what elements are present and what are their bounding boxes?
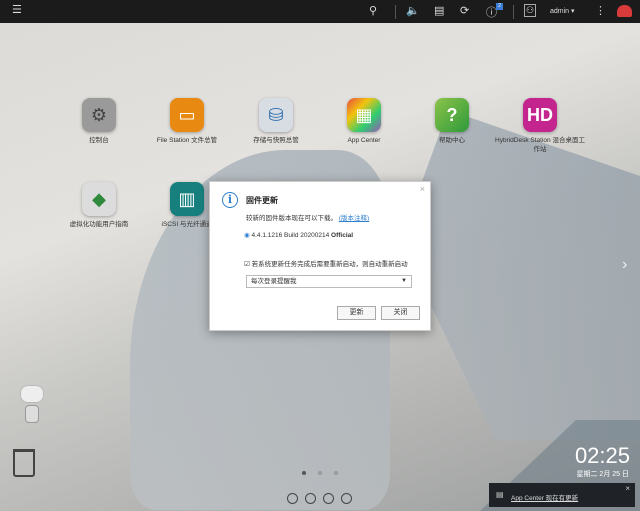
app-control-panel[interactable]: ⚙ 控制台: [54, 98, 144, 145]
grid-icon: ▦: [347, 98, 381, 132]
assistant-robot-icon[interactable]: [12, 385, 52, 435]
app-label: App Center: [347, 137, 381, 144]
notification-badge: 2: [496, 3, 503, 10]
dock-search-icon[interactable]: [305, 493, 316, 504]
hamburger-icon[interactable]: ☰: [12, 3, 22, 16]
checkbox-checked-icon[interactable]: ☑: [244, 261, 250, 268]
hd-icon: HD: [523, 98, 557, 132]
tasks-icon[interactable]: ▤: [434, 4, 444, 17]
storage-icon: ⛁: [259, 98, 293, 132]
message-icon: ▤: [496, 490, 504, 499]
clock-date: 星期二 2月 25 日: [576, 471, 629, 478]
close-icon[interactable]: ×: [625, 484, 630, 493]
auto-restart-label: 若系统更新任务完成后需要重新启动，则自动重新启动: [251, 261, 408, 268]
trash-icon[interactable]: [13, 449, 35, 477]
app-label: 控制台: [89, 137, 109, 144]
more-icon[interactable]: ⋮: [595, 4, 606, 17]
edition-text: Official: [331, 232, 354, 239]
auto-restart-option[interactable]: ☑ 若系统更新任务完成后需要重新启动，则自动重新启动: [244, 258, 408, 268]
app-hybriddesk[interactable]: HD HybridDesk Station 混合桌面工作站: [495, 98, 585, 154]
app-label: 存储与快照总管: [253, 137, 299, 144]
info-icon: i: [222, 192, 238, 208]
reminder-select[interactable]: 每次登录提醒我 ▼: [246, 275, 412, 288]
cube-icon: ◆: [82, 182, 116, 216]
version-option[interactable]: ◉ 4.4.1.1216 Build 20200214 Official: [244, 231, 353, 239]
app-file-station[interactable]: ▭ File Station 文件总管: [142, 98, 232, 145]
app-label: 帮助中心: [439, 137, 465, 144]
dock-icon[interactable]: [323, 493, 334, 504]
dashboard-icon[interactable]: [617, 5, 632, 17]
app-virtualization-guide[interactable]: ◆ 虚拟化功能用户指南: [54, 182, 144, 229]
wallpaper-shape: [400, 110, 640, 440]
dialog-title: 固件更新: [246, 196, 278, 205]
app-label: 虚拟化功能用户指南: [69, 221, 129, 228]
app-app-center[interactable]: ▦ App Center: [319, 98, 409, 145]
sync-icon[interactable]: ⟳: [460, 4, 469, 17]
update-button[interactable]: 更新: [337, 306, 376, 320]
folder-icon: ▭: [170, 98, 204, 132]
firmware-update-dialog: × i 固件更新 较新的固件版本现在可以下载。 (版本注释) ◉ 4.4.1.1…: [209, 181, 431, 331]
dock-icon[interactable]: [287, 493, 298, 504]
radio-icon[interactable]: ◉: [244, 232, 250, 239]
app-label: iSCSI 与光纤通道: [161, 221, 213, 228]
app-help-center[interactable]: ? 帮助中心: [407, 98, 497, 145]
notification-toast[interactable]: ▤ App Center 现在有更新 ×: [489, 483, 635, 507]
page-dot[interactable]: [334, 471, 338, 475]
iscsi-icon: ▥: [170, 182, 204, 216]
release-notes-link[interactable]: (版本注释): [339, 215, 369, 222]
app-label: File Station 文件总管: [156, 137, 218, 144]
question-icon: ?: [435, 98, 469, 132]
page-dot-active[interactable]: [302, 471, 306, 475]
user-menu[interactable]: admin ▾: [550, 7, 575, 15]
notification-link[interactable]: App Center 现在有更新: [511, 492, 578, 502]
gear-icon: ⚙: [82, 98, 116, 132]
dialog-message: 较新的固件版本现在可以下载。: [246, 215, 337, 222]
app-label: HybridDesk Station 混合桌面工作站: [495, 137, 585, 153]
volume-icon[interactable]: 🔈: [406, 4, 420, 17]
reminder-value: 每次登录提醒我: [251, 278, 297, 285]
search-icon[interactable]: ⚲: [369, 4, 377, 17]
next-page-arrow[interactable]: ›: [622, 256, 627, 274]
username: admin: [550, 8, 570, 15]
close-icon[interactable]: ×: [420, 184, 425, 194]
version-text: 4.4.1.1216 Build 20200214: [251, 232, 330, 239]
close-button[interactable]: 关闭: [381, 306, 420, 320]
clock-time: 02:25: [574, 443, 630, 468]
dock-icon[interactable]: [341, 493, 352, 504]
user-icon[interactable]: ⚇: [524, 4, 536, 17]
chevron-down-icon: ▼: [401, 278, 407, 284]
top-bar: ☰ ⚲ 🔈 ▤ ⟳ ⓘ 2 ⚇ admin ▾ ⋮: [0, 0, 640, 23]
page-dot[interactable]: [318, 471, 322, 475]
app-storage[interactable]: ⛁ 存储与快照总管: [231, 98, 321, 145]
